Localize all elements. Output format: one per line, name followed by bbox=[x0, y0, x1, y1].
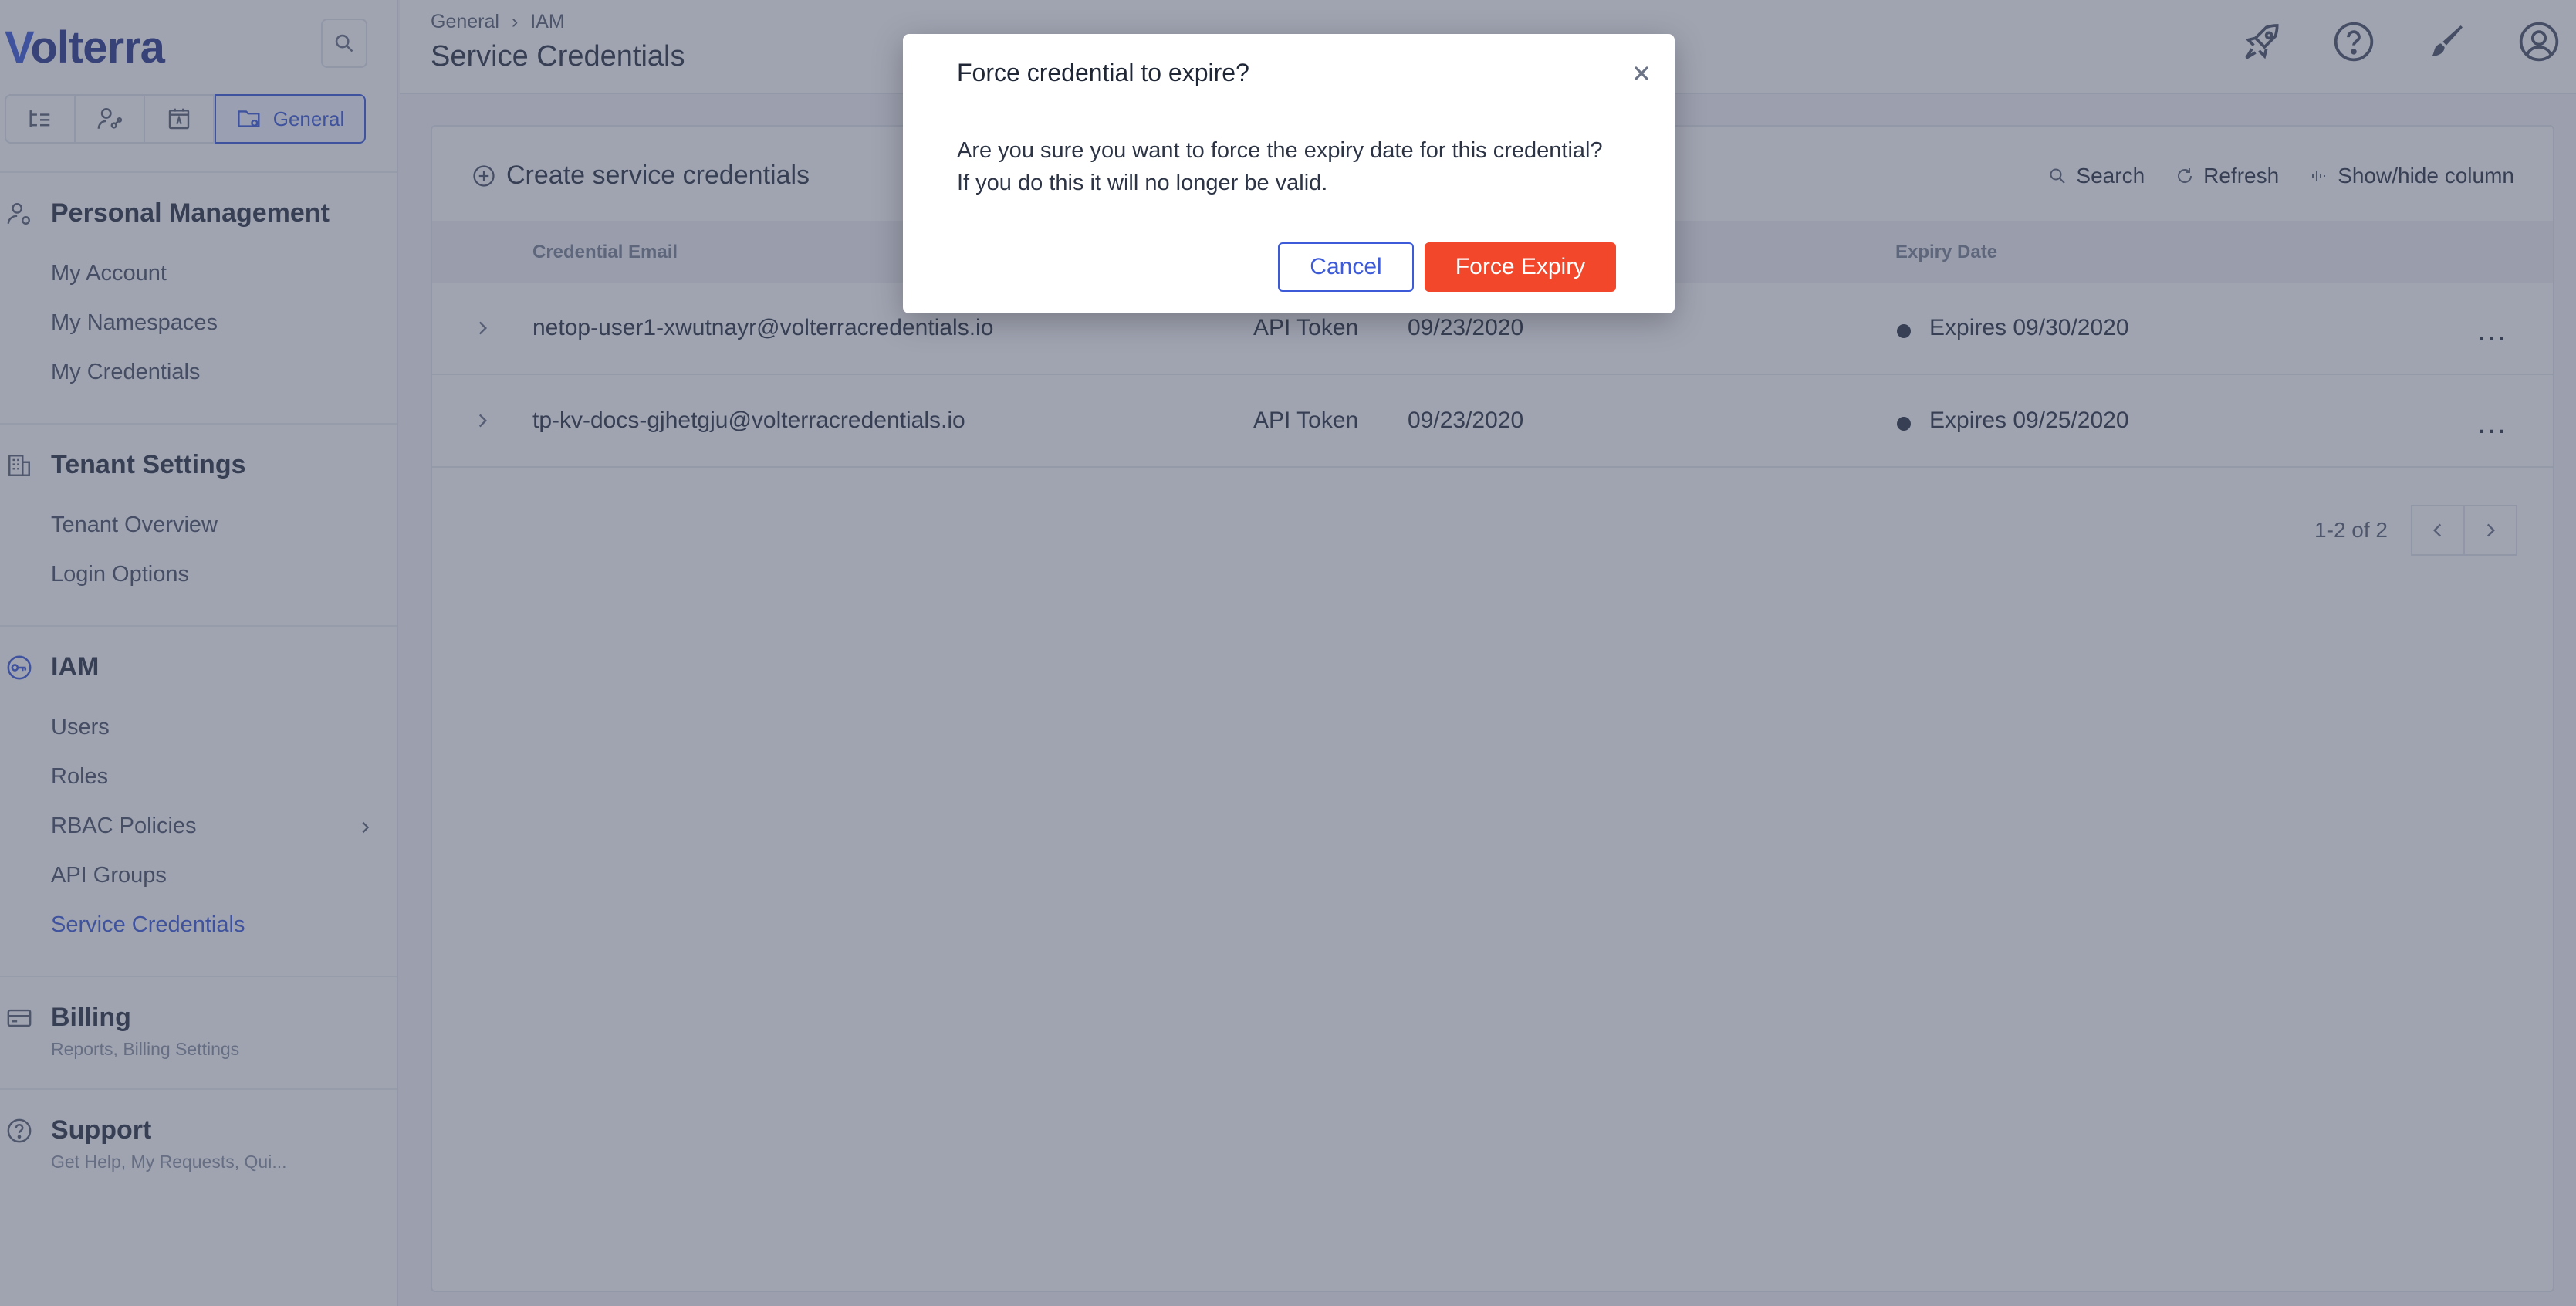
force-expiry-button[interactable]: Force Expiry bbox=[1425, 242, 1616, 292]
close-dialog-button[interactable] bbox=[1630, 62, 1653, 85]
close-icon bbox=[1635, 66, 1648, 80]
dialog-title: Force credential to expire? bbox=[957, 59, 1249, 86]
dialog-message: Are you sure you want to force the expir… bbox=[957, 138, 1603, 195]
cancel-button[interactable]: Cancel bbox=[1278, 242, 1414, 292]
force-expiry-dialog: Force credential to expire? Are you sure… bbox=[903, 34, 1675, 313]
